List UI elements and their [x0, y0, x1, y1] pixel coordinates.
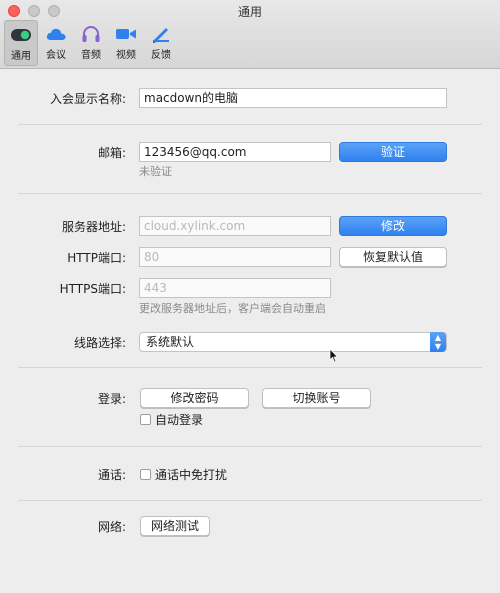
checkbox-box[interactable] [140, 469, 151, 480]
do-not-disturb-label: 通话中免打扰 [155, 468, 228, 482]
http-port-input[interactable]: 80 [139, 247, 331, 267]
tab-audio[interactable]: 音频 [74, 20, 108, 66]
network-test-button[interactable]: 网络测试 [140, 516, 210, 536]
title-bar: 通用 通用 会议 音频 视频 反馈 [0, 0, 500, 69]
checkbox-box[interactable] [140, 414, 151, 425]
tab-label: 反馈 [151, 50, 171, 61]
tab-label: 会议 [46, 50, 66, 61]
change-password-button[interactable]: 修改密码 [140, 388, 249, 408]
section-divider [18, 367, 482, 368]
section-divider [18, 193, 482, 194]
cloud-icon [44, 23, 68, 45]
toggle-switch-icon [9, 24, 33, 46]
call-label: 通话: [97, 468, 126, 482]
server-change-hint: 更改服务器地址后，客户端会自动重启 [139, 302, 326, 315]
video-camera-icon [114, 23, 138, 45]
tab-label: 音频 [81, 50, 101, 61]
up-down-chevron-icon: ▲ ▼ [430, 332, 446, 352]
display-name-label: 入会显示名称: [49, 92, 126, 106]
headphones-icon [79, 23, 103, 45]
display-name-input[interactable]: macdown的电脑 [139, 88, 447, 108]
section-divider [18, 500, 482, 501]
route-select[interactable]: 系统默认 ▲ ▼ [139, 332, 447, 352]
preferences-window: 通用 通用 会议 音频 视频 反馈 入会显示名称: macdown的电脑 邮箱:… [0, 0, 500, 593]
tab-video[interactable]: 视频 [109, 20, 143, 66]
tab-general[interactable]: 通用 [4, 20, 38, 66]
do-not-disturb-checkbox[interactable]: 通话中免打扰 [140, 466, 227, 483]
email-status-text: 未验证 [139, 165, 172, 178]
route-select-value: 系统默认 [146, 335, 195, 349]
modify-server-button[interactable]: 修改 [339, 216, 447, 236]
tab-meeting[interactable]: 会议 [39, 20, 73, 66]
route-label: 线路选择: [73, 336, 126, 350]
general-settings-form: 入会显示名称: macdown的电脑 邮箱: 123456@qq.com 验证 … [0, 69, 500, 593]
https-port-label: HTTPS端口: [59, 282, 126, 296]
https-port-input[interactable]: 443 [139, 278, 331, 298]
email-input[interactable]: 123456@qq.com [139, 142, 331, 162]
restore-defaults-button[interactable]: 恢复默认值 [339, 247, 447, 267]
server-address-input[interactable]: cloud.xylink.com [139, 216, 331, 236]
network-label: 网络: [97, 520, 126, 534]
switch-account-button[interactable]: 切换账号 [262, 388, 371, 408]
email-label: 邮箱: [97, 146, 126, 160]
auto-login-checkbox[interactable]: 自动登录 [140, 411, 203, 428]
server-address-label: 服务器地址: [61, 220, 126, 234]
mouse-pointer-icon [329, 347, 339, 366]
section-divider [18, 124, 482, 125]
verify-button[interactable]: 验证 [339, 142, 447, 162]
http-port-label: HTTP端口: [67, 251, 126, 265]
tab-label: 通用 [11, 51, 31, 62]
login-label: 登录: [97, 392, 126, 406]
pencil-paper-icon [149, 23, 173, 45]
auto-login-label: 自动登录 [155, 413, 204, 427]
tab-feedback[interactable]: 反馈 [144, 20, 178, 66]
toolbar-tabs: 通用 会议 音频 视频 反馈 [4, 20, 179, 66]
window-title: 通用 [237, 5, 262, 19]
tab-label: 视频 [116, 50, 136, 61]
section-divider [18, 446, 482, 447]
